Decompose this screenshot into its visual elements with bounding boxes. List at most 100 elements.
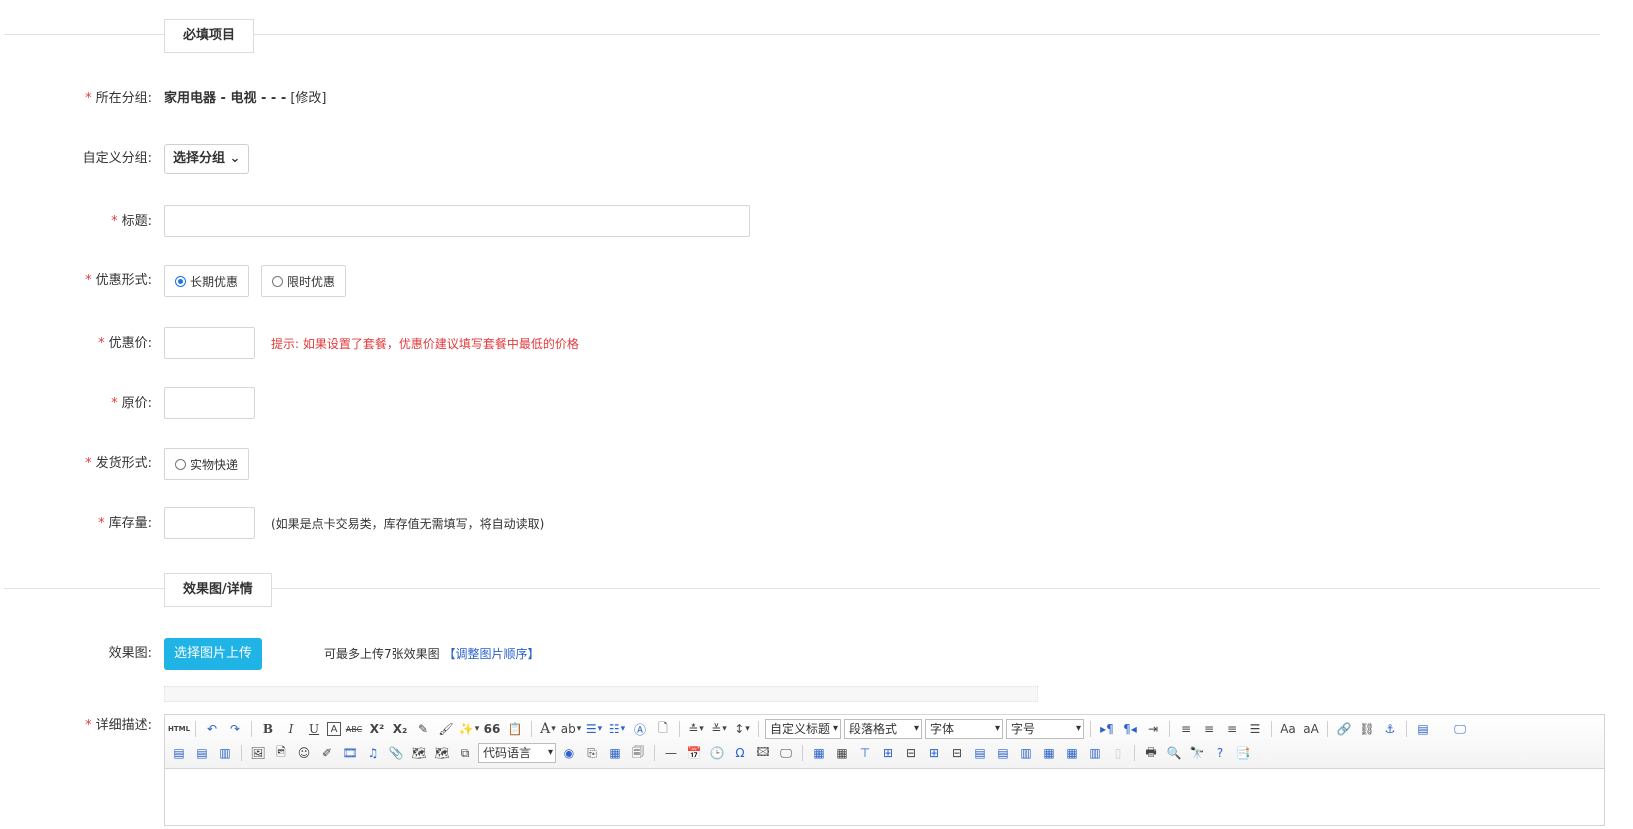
undo-icon[interactable]: ↶ [202, 719, 222, 739]
insert-row-icon[interactable]: ⊞ [878, 743, 898, 763]
font-size-select[interactable]: 字号 [1006, 719, 1084, 739]
line-height-icon[interactable]: ↕ [732, 719, 752, 739]
code-language-select[interactable]: 代码语言 [478, 743, 556, 763]
search-replace-icon[interactable]: 🔭 [1187, 743, 1207, 763]
horizontal-rule-icon[interactable]: — [661, 743, 681, 763]
scrawl-icon[interactable]: ✐ [317, 743, 337, 763]
highlight-color-icon[interactable]: ab [561, 719, 581, 739]
snapscreen-icon[interactable]: 🖵 [776, 743, 796, 763]
custom-title-select[interactable]: 自定义标题 [765, 719, 841, 739]
select-all-icon[interactable]: Ⓐ [630, 719, 650, 739]
superscript-button[interactable]: X² [367, 719, 387, 739]
auto-format-icon[interactable]: ✨ [459, 719, 479, 739]
stock-input[interactable] [164, 507, 255, 539]
help-icon[interactable]: ? [1210, 743, 1230, 763]
paragraph-format-select[interactable]: 段落格式 [844, 719, 922, 739]
to-lowercase-icon[interactable]: aA [1301, 719, 1321, 739]
italic-button[interactable]: I [281, 719, 301, 739]
row-spacing-bottom-icon[interactable]: ≚ [709, 719, 729, 739]
ordered-list-icon[interactable]: ☰ [584, 719, 604, 739]
merge-right-icon[interactable]: ▤ [993, 743, 1013, 763]
title-input[interactable] [164, 205, 750, 237]
modify-link[interactable]: [修改] [290, 91, 326, 106]
print-icon[interactable]: 🖶 [1141, 743, 1161, 763]
font-color-icon[interactable]: A [538, 719, 558, 739]
template-icon[interactable]: ▦ [605, 743, 625, 763]
insert-col-icon[interactable]: ⊞ [924, 743, 944, 763]
wordimage-icon[interactable]: 🖾 [753, 743, 773, 763]
rich-text-editor[interactable]: HTML ↶ ↷ B I U A ABC X² X₂ ✎ 🖌 ✨ 66 📋 A … [164, 714, 1605, 826]
radio-express[interactable]: 实物快递 [164, 448, 250, 480]
row-spacing-top-icon[interactable]: ≛ [686, 719, 706, 739]
insert-image-icon[interactable]: 🖻 [271, 743, 291, 763]
image-right-icon[interactable]: ▤ [192, 743, 212, 763]
bold-button[interactable]: B [258, 719, 278, 739]
redo-icon[interactable]: ↷ [225, 719, 245, 739]
radio-limited-time[interactable]: 限时优惠 [261, 265, 347, 297]
delete-col-icon[interactable]: ⊟ [947, 743, 967, 763]
editor-body[interactable] [165, 769, 1604, 829]
unlink-icon[interactable]: ⛓ [1357, 719, 1377, 739]
split-rows-icon[interactable]: ▦ [1062, 743, 1082, 763]
eraser-icon[interactable]: ✎ [413, 719, 433, 739]
upload-image-button[interactable]: 选择图片上传 [164, 638, 263, 670]
rtl-icon[interactable]: ¶◂ [1120, 719, 1140, 739]
paste-text-icon[interactable]: 📋 [505, 719, 525, 739]
image-left-icon[interactable]: ▤ [169, 743, 189, 763]
adjust-order-link[interactable]: 【调整图片顺序】 [443, 647, 539, 661]
subscript-button[interactable]: X₂ [390, 719, 410, 739]
insert-video-icon[interactable]: 🎞 [340, 743, 360, 763]
merge-cells-icon[interactable]: ▤ [970, 743, 990, 763]
chart-icon[interactable]: ▯ [1108, 743, 1128, 763]
quote-button[interactable]: 66 [482, 719, 502, 739]
section-title-required: 必填项目 [164, 19, 255, 53]
draft-icon[interactable]: 📑 [1233, 743, 1253, 763]
map-icon[interactable]: 🗺 [409, 743, 429, 763]
image-center-icon[interactable]: ▥ [215, 743, 235, 763]
insert-table-icon[interactable]: ▦ [809, 743, 829, 763]
radio-long-term[interactable]: 长期优惠 [164, 265, 250, 297]
indent-icon[interactable]: ⇥ [1143, 719, 1163, 739]
html-source-button[interactable]: HTML [168, 719, 190, 739]
align-center-icon[interactable]: ≡ [1199, 719, 1219, 739]
align-right-icon[interactable]: ≡ [1222, 719, 1242, 739]
align-justify-icon[interactable]: ☰ [1245, 719, 1265, 739]
unordered-list-icon[interactable]: ☷ [607, 719, 627, 739]
split-cells-icon[interactable]: ▦ [1039, 743, 1059, 763]
font-border-button[interactable]: A [327, 722, 341, 736]
special-chars-icon[interactable]: Ω [730, 743, 750, 763]
delete-table-icon[interactable]: ▦ [832, 743, 852, 763]
merge-down-icon[interactable]: ▥ [1016, 743, 1036, 763]
promo-price-input[interactable] [164, 327, 255, 359]
webapp-icon[interactable]: ◉ [559, 743, 579, 763]
split-cols-icon[interactable]: ▥ [1085, 743, 1105, 763]
insert-frame-icon[interactable]: ⧉ [455, 743, 475, 763]
simple-upload-icon[interactable]: 🖼 [248, 743, 268, 763]
music-icon[interactable]: ♫ [363, 743, 383, 763]
fullscreen-icon[interactable]: 🖵 [1450, 719, 1470, 739]
to-uppercase-icon[interactable]: Aa [1278, 719, 1298, 739]
link-icon[interactable]: 🔗 [1334, 719, 1354, 739]
format-brush-icon[interactable]: 🖌 [436, 719, 456, 739]
pagebreak-icon[interactable]: ⎘ [582, 743, 602, 763]
original-price-input[interactable] [164, 387, 255, 419]
insert-paragraph-before-table-icon[interactable]: ⊤ [855, 743, 875, 763]
custom-group-row: 自定义分组: 选择分组 ⌄ [0, 142, 1633, 176]
gmap-icon[interactable]: 🗺 [432, 743, 452, 763]
align-left-icon[interactable]: ≡ [1176, 719, 1196, 739]
image-none-icon[interactable]: ▤ [1413, 719, 1433, 739]
date-icon[interactable]: 📅 [684, 743, 704, 763]
custom-group-select[interactable]: 选择分组 ⌄ [164, 144, 250, 174]
ltr-icon[interactable]: ▸¶ [1097, 719, 1117, 739]
attachment-icon[interactable]: 📎 [386, 743, 406, 763]
underline-button[interactable]: U [304, 719, 324, 739]
anchor-icon[interactable]: ⚓ [1380, 719, 1400, 739]
strikethrough-button[interactable]: ABC [344, 719, 364, 739]
clear-doc-icon[interactable]: 🗋 [653, 719, 673, 739]
preview-icon[interactable]: 🔍 [1164, 743, 1184, 763]
delete-row-icon[interactable]: ⊟ [901, 743, 921, 763]
background-icon[interactable]: 🗐 [628, 743, 648, 763]
font-family-select[interactable]: 字体 [925, 719, 1003, 739]
emotion-icon[interactable]: ☺ [294, 743, 314, 763]
time-icon[interactable]: 🕒 [707, 743, 727, 763]
